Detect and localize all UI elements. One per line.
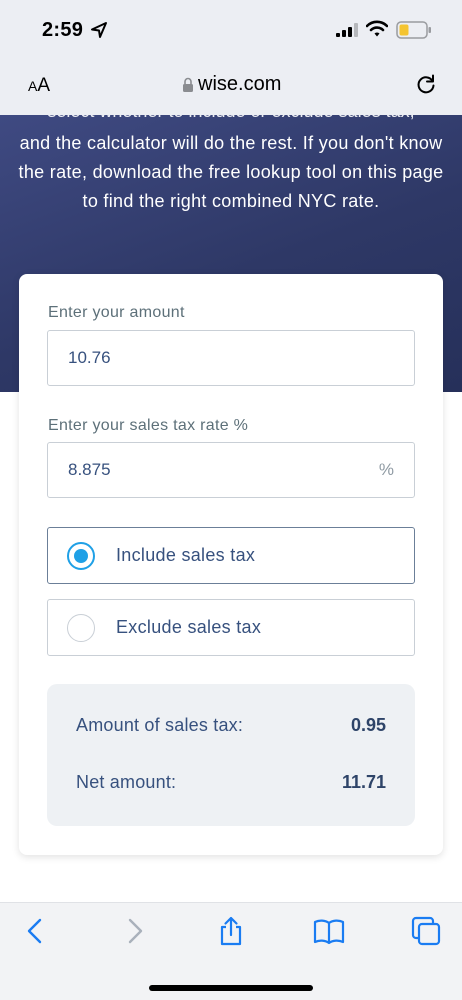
include-sales-tax-option[interactable]: Include sales tax [47, 527, 415, 584]
tax-rate-input[interactable]: 8.875 % [47, 442, 415, 498]
reload-icon[interactable] [415, 73, 437, 95]
back-icon[interactable] [20, 915, 52, 947]
percent-suffix: % [378, 460, 394, 479]
wifi-icon [366, 20, 388, 37]
hero-description: and the calculator will do the rest. If … [18, 133, 444, 211]
amount-value: 10.76 [68, 348, 111, 367]
lock-icon [183, 77, 193, 92]
radio-dot [74, 549, 88, 563]
net-amount-label: Net amount: [76, 772, 177, 792]
net-amount-value: 11.71 [341, 772, 386, 792]
sales-tax-amount-label: Amount of sales tax: [76, 715, 244, 735]
sales-tax-amount-value: 0.95 [350, 715, 386, 735]
radio-unselected-icon[interactable] [67, 614, 95, 642]
share-icon[interactable] [215, 915, 247, 947]
url-text[interactable]: wise.com [198, 73, 281, 96]
home-indicator [149, 985, 313, 991]
tax-rate-value: 8.875 [68, 460, 111, 479]
tax-rate-label: Enter your sales tax rate % [48, 417, 249, 434]
amount-label: Enter your amount [48, 304, 185, 321]
reader-options-button[interactable]: AA [28, 75, 50, 97]
hero-text-clipped: select whether to include or exclude sal… [18, 115, 444, 126]
cellular-signal-icon [336, 23, 358, 37]
include-sales-tax-label: Include sales tax [116, 545, 256, 565]
bookmarks-icon[interactable] [313, 915, 345, 947]
results-panel: Amount of sales tax: 0.95 Net amount: 11… [47, 684, 415, 826]
forward-icon[interactable] [118, 915, 150, 947]
radio-selected-icon[interactable] [67, 542, 95, 570]
exclude-sales-tax-label: Exclude sales tax [116, 617, 262, 637]
status-time: 2:59 [42, 19, 84, 41]
exclude-sales-tax-option[interactable]: Exclude sales tax [47, 599, 415, 656]
amount-input[interactable]: 10.76 [47, 330, 415, 386]
location-arrow-icon [91, 22, 107, 38]
tabs-icon[interactable] [410, 915, 442, 947]
battery-icon [396, 21, 431, 39]
